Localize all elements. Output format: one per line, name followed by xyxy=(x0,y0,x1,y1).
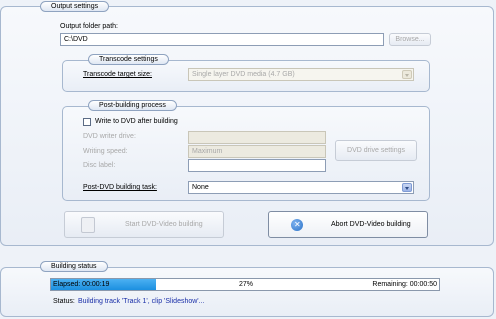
chevron-down-icon xyxy=(402,70,412,79)
progress-bar: Elapsed: 00:00:19 27% Remaining: 00:00:5… xyxy=(50,278,440,291)
start-building-label: Start DVD-Video building xyxy=(125,221,203,228)
dvd-drive-settings-button[interactable]: DVD drive settings xyxy=(335,140,417,161)
post-dvd-task-select[interactable]: None xyxy=(188,181,414,194)
dvd-start-icon xyxy=(81,217,95,233)
abort-building-button[interactable]: ✕ Abort DVD-Video building xyxy=(268,211,428,238)
transcode-target-select[interactable]: Single layer DVD media (4.7 GB) xyxy=(188,68,414,81)
dvd-writer-label: DVD writer drive: xyxy=(83,133,136,140)
transcode-target-label: Transcode target size: xyxy=(83,71,152,78)
write-dvd-label: Write to DVD after building xyxy=(95,118,178,125)
status-text: Building track 'Track 1', clip 'Slidesho… xyxy=(78,298,205,305)
post-dvd-task-value: None xyxy=(192,184,209,191)
writing-speed-field[interactable]: Maximum xyxy=(188,145,326,158)
abort-building-label: Abort DVD-Video building xyxy=(331,221,411,228)
dvd-writer-field[interactable] xyxy=(188,131,326,144)
disc-label-label: Disc label: xyxy=(83,162,116,169)
output-folder-input[interactable]: C:\DVD xyxy=(60,33,384,46)
start-building-button[interactable]: Start DVD-Video building xyxy=(64,211,224,238)
building-status-group xyxy=(0,267,494,317)
elapsed-text: Elapsed: 00:00:19 xyxy=(53,281,110,288)
browse-button[interactable]: Browse... xyxy=(389,33,431,46)
status-label: Status: xyxy=(53,298,75,305)
remaining-text: Remaining: 00:00:50 xyxy=(372,281,437,288)
output-folder-label: Output folder path: xyxy=(60,23,118,30)
writing-speed-label: Writing speed: xyxy=(83,148,128,155)
output-settings-title: Output settings xyxy=(40,1,110,12)
transcode-settings-title: Transcode settings xyxy=(88,54,169,65)
progress-percent: 27% xyxy=(239,281,254,288)
post-building-title: Post-building process xyxy=(88,100,177,111)
disc-label-field[interactable] xyxy=(188,159,326,172)
post-dvd-task-label: Post-DVD building task: xyxy=(83,184,157,191)
write-dvd-checkbox[interactable] xyxy=(83,118,91,126)
close-icon: ✕ xyxy=(294,220,301,229)
transcode-target-value: Single layer DVD media (4.7 GB) xyxy=(192,71,295,78)
building-status-title: Building status xyxy=(40,261,108,272)
chevron-down-icon xyxy=(402,183,412,192)
